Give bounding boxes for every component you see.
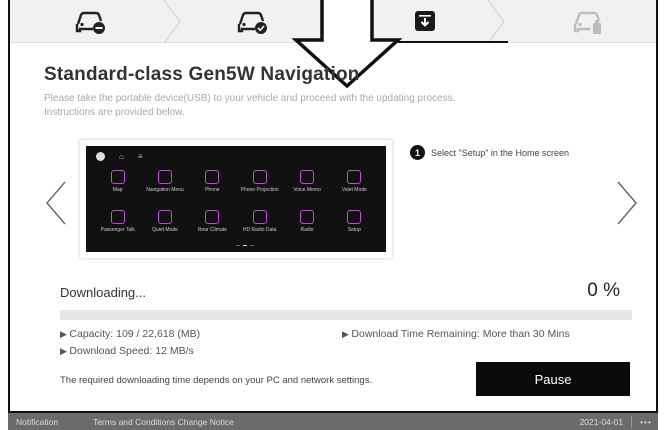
instruction-text: Select "Setup" in the Home screen	[431, 147, 569, 158]
updater-window: Standard-class Gen5W Navigation Please t…	[8, 0, 658, 413]
instruction-hint: 1 Select "Setup" in the Home screen	[410, 145, 569, 160]
download-status: Downloading...	[60, 285, 146, 300]
app-tile: HD Radio Data	[236, 210, 283, 244]
notification-link[interactable]: Notification	[16, 417, 58, 427]
page-title: Standard-class Gen5W Navigation	[44, 64, 360, 85]
divider	[631, 415, 633, 428]
head-unit-home-screen: ⌂ ≡ Map Navigation Menu Phone Phone Proj…	[86, 146, 386, 252]
page-subtitle: Please take the portable device(USB) to …	[44, 93, 456, 118]
home-icon: ⌂	[119, 152, 124, 161]
app-tile: Valet Mode	[331, 170, 378, 204]
pause-button[interactable]: Pause	[476, 362, 630, 396]
app-tile: Navigation Menu	[141, 170, 188, 204]
car-usb-icon	[573, 11, 601, 34]
progress-bar	[60, 310, 632, 320]
download-percent: 0 %	[587, 280, 620, 301]
app-tile: Map	[94, 170, 141, 204]
download-box-icon	[415, 11, 435, 31]
app-tile: Voice Memo	[283, 170, 330, 204]
status-bar: Notification Terms and Conditions Change…	[8, 413, 658, 430]
carousel-prev-icon[interactable]	[44, 180, 68, 226]
app-tile-setup: Setup	[331, 210, 378, 244]
instruction-screenshot: ⌂ ≡ Map Navigation Menu Phone Phone Proj…	[80, 140, 392, 258]
menu-icon: ≡	[137, 152, 143, 161]
app-tile: Phone Projection	[236, 170, 283, 204]
date-label: 2021-04-01	[579, 416, 624, 427]
car-remove-icon	[75, 11, 105, 34]
capacity-info: Capacity: 109 / 22,618 (MB)	[60, 328, 200, 340]
app-tile: Passenger Talk	[94, 210, 141, 244]
active-step-indicator	[398, 41, 508, 43]
step-4	[496, 0, 658, 43]
download-speed-info: Download Speed: 12 MB/s	[60, 345, 193, 357]
app-tile: Radio	[283, 210, 330, 244]
car-check-icon	[237, 11, 267, 34]
app-grid: Map Navigation Menu Phone Phone Projecti…	[94, 170, 378, 244]
step-number-badge: 1	[410, 145, 425, 160]
app-tile: Phone	[189, 170, 236, 204]
app-tile: Rear Climate	[189, 210, 236, 244]
carousel-next-icon[interactable]	[615, 180, 639, 226]
step-1	[10, 0, 181, 43]
page-dots	[236, 244, 254, 246]
terms-notice-link[interactable]: Terms and Conditions Change Notice	[93, 417, 234, 427]
profile-icon	[96, 152, 105, 161]
more-menu-icon[interactable]: •••	[640, 417, 652, 427]
app-tile: Quiet Mode	[141, 210, 188, 244]
download-note: The required downloading time depends on…	[60, 375, 373, 386]
time-remaining-info: Download Time Remaining: More than 30 Mi…	[342, 328, 569, 340]
